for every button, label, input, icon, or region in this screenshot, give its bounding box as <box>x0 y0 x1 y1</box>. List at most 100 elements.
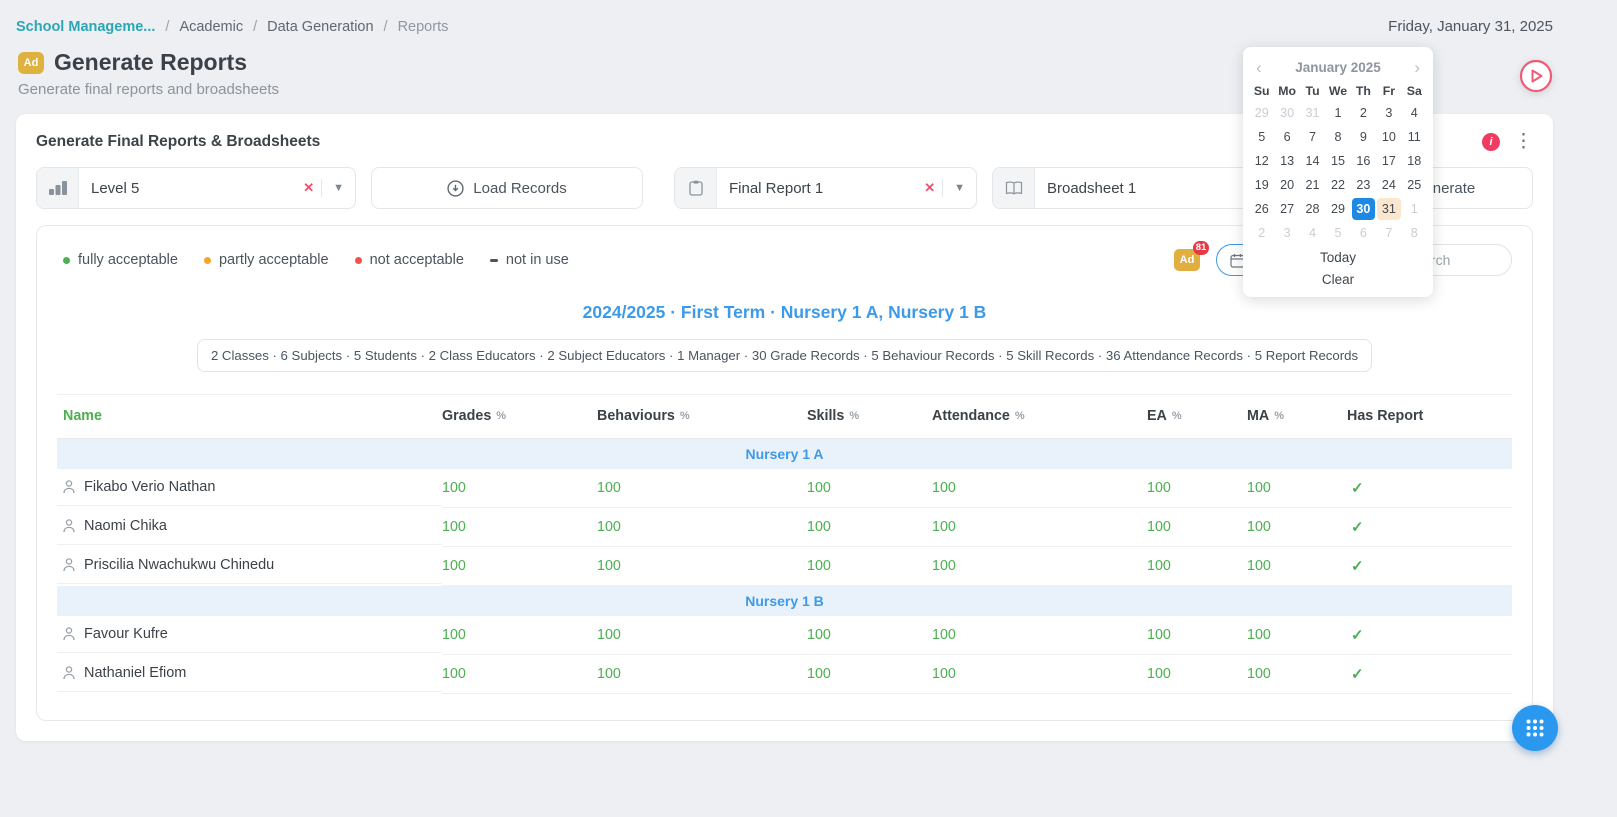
calendar-day[interactable]: 10 <box>1377 126 1400 148</box>
student-row[interactable]: Fikabo Verio Nathan100100100100100100✓ <box>57 469 1512 508</box>
student-row[interactable]: Nathaniel Efiom100100100100100100✓ <box>57 655 1512 694</box>
calendar-day[interactable]: 14 <box>1301 150 1324 172</box>
column-header-behaviours: Behaviours% <box>597 395 807 439</box>
student-row[interactable]: Naomi Chika100100100100100100✓ <box>57 508 1512 547</box>
calendar-day[interactable]: 19 <box>1250 174 1273 196</box>
metric-value: 100 <box>1147 508 1247 547</box>
breadcrumb-item[interactable]: Data Generation <box>267 19 373 35</box>
clear-selection-icon[interactable]: ✕ <box>296 180 321 196</box>
calendar-day[interactable]: 18 <box>1403 150 1426 172</box>
calendar-day[interactable]: 2 <box>1352 102 1375 124</box>
percent-suffix: % <box>496 410 506 422</box>
column-header-attendance: Attendance% <box>932 395 1147 439</box>
calendar-day[interactable]: 31 <box>1301 102 1324 124</box>
calendar-day[interactable]: 2 <box>1250 222 1273 244</box>
breadcrumb-root-link[interactable]: School Manageme... <box>16 19 155 35</box>
calendar-day[interactable]: 29 <box>1326 198 1349 220</box>
calendar-day[interactable]: 17 <box>1377 150 1400 172</box>
weekday-label: Sa <box>1402 81 1427 101</box>
weekday-label: Th <box>1351 81 1376 101</box>
calendar-day[interactable]: 25 <box>1403 174 1426 196</box>
load-records-button[interactable]: Load Records <box>371 167 643 209</box>
calendar-day[interactable]: 30 <box>1275 102 1298 124</box>
student-row[interactable]: Priscilia Nwachukwu Chinedu1001001001001… <box>57 547 1512 586</box>
calendar-clear-button[interactable]: Clear <box>1249 267 1427 289</box>
calendar-day[interactable]: 1 <box>1326 102 1349 124</box>
calendar-day[interactable]: 5 <box>1250 126 1273 148</box>
calendar-day[interactable]: 3 <box>1275 222 1298 244</box>
panel-title: Generate Final Reports & Broadsheets <box>36 133 320 151</box>
weekday-label: Mo <box>1274 81 1299 101</box>
calendar-day[interactable]: 15 <box>1326 150 1349 172</box>
metric-value: 100 <box>597 616 807 655</box>
legend-item: not acceptable <box>355 252 464 268</box>
play-tour-button[interactable] <box>1519 59 1553 96</box>
calendar-day[interactable]: 4 <box>1403 102 1426 124</box>
column-label: Has Report <box>1347 408 1423 424</box>
metric-value: 100 <box>932 616 1147 655</box>
calendar-day[interactable]: 7 <box>1301 126 1324 148</box>
class-group-row: Nursery 1 B <box>57 586 1512 617</box>
ad-badge-icon: Ad <box>18 52 44 74</box>
calendar-prev-icon[interactable]: ‹ <box>1256 59 1262 76</box>
breadcrumb-item[interactable]: Reports <box>398 19 449 35</box>
breadcrumb-separator: / <box>384 19 388 35</box>
metric-value: 100 <box>1247 655 1347 694</box>
column-label: Behaviours <box>597 408 675 424</box>
calendar-day[interactable]: 20 <box>1275 174 1298 196</box>
calendar-day[interactable]: 11 <box>1403 126 1426 148</box>
report-template-select[interactable]: Final Report 1 ✕ ▼ <box>674 167 977 209</box>
calendar-today-button[interactable]: Today <box>1249 245 1427 267</box>
calendar-day[interactable]: 9 <box>1352 126 1375 148</box>
chevron-down-icon[interactable]: ▼ <box>943 182 976 194</box>
column-header-ma: MA% <box>1247 395 1347 439</box>
calendar-day[interactable]: 12 <box>1250 150 1273 172</box>
chevron-down-icon[interactable]: ▼ <box>322 182 355 194</box>
ad-chip[interactable]: Ad 81 <box>1174 249 1200 271</box>
calendar-day[interactable]: 30 <box>1352 198 1375 220</box>
calendar-day[interactable]: 7 <box>1377 222 1400 244</box>
calendar-day[interactable]: 27 <box>1275 198 1298 220</box>
calendar-day[interactable]: 22 <box>1326 174 1349 196</box>
calendar-day[interactable]: 13 <box>1275 150 1298 172</box>
column-label: Grades <box>442 408 491 424</box>
notification-count-badge: 81 <box>1193 241 1209 255</box>
calendar-day[interactable]: 23 <box>1352 174 1375 196</box>
levels-icon <box>37 168 79 208</box>
calendar-day[interactable]: 8 <box>1403 222 1426 244</box>
calendar-day[interactable]: 28 <box>1301 198 1324 220</box>
calendar-day[interactable]: 31 <box>1377 198 1400 220</box>
person-icon <box>63 480 75 494</box>
calendar-day[interactable]: 4 <box>1301 222 1324 244</box>
student-name: Priscilia Nwachukwu Chinedu <box>84 557 274 573</box>
calendar-day[interactable]: 24 <box>1377 174 1400 196</box>
calendar-day[interactable]: 21 <box>1301 174 1324 196</box>
student-row[interactable]: Favour Kufre100100100100100100✓ <box>57 616 1512 655</box>
column-header-has-report: Has Report <box>1347 395 1512 439</box>
level-select[interactable]: Level 5 ✕ ▼ <box>36 167 356 209</box>
calendar-day[interactable]: 1 <box>1403 198 1426 220</box>
calendar-day[interactable]: 8 <box>1326 126 1349 148</box>
metric-value: 100 <box>442 547 597 586</box>
info-icon[interactable]: i <box>1482 133 1500 151</box>
clear-selection-icon[interactable]: ✕ <box>917 180 942 196</box>
calendar-day[interactable]: 29 <box>1250 102 1273 124</box>
calendar-day[interactable]: 6 <box>1275 126 1298 148</box>
calendar-day[interactable]: 3 <box>1377 102 1400 124</box>
has-report-check: ✓ <box>1347 547 1512 586</box>
legend-label: not acceptable <box>370 252 464 268</box>
legend-dot-icon <box>355 257 362 264</box>
column-header-grades: Grades% <box>442 395 597 439</box>
calendar-day[interactable]: 26 <box>1250 198 1273 220</box>
calendar-day[interactable]: 16 <box>1352 150 1375 172</box>
calendar-day[interactable]: 6 <box>1352 222 1375 244</box>
kebab-menu-icon[interactable]: ⋮ <box>1514 132 1533 151</box>
column-header-skills: Skills% <box>807 395 932 439</box>
calendar-day[interactable]: 5 <box>1326 222 1349 244</box>
apps-fab-button[interactable] <box>1512 705 1558 751</box>
metric-value: 100 <box>442 508 597 547</box>
legend-item: not in use <box>490 252 569 268</box>
calendar-next-icon[interactable]: › <box>1414 59 1420 76</box>
metric-value: 100 <box>1247 508 1347 547</box>
breadcrumb-item[interactable]: Academic <box>179 19 243 35</box>
